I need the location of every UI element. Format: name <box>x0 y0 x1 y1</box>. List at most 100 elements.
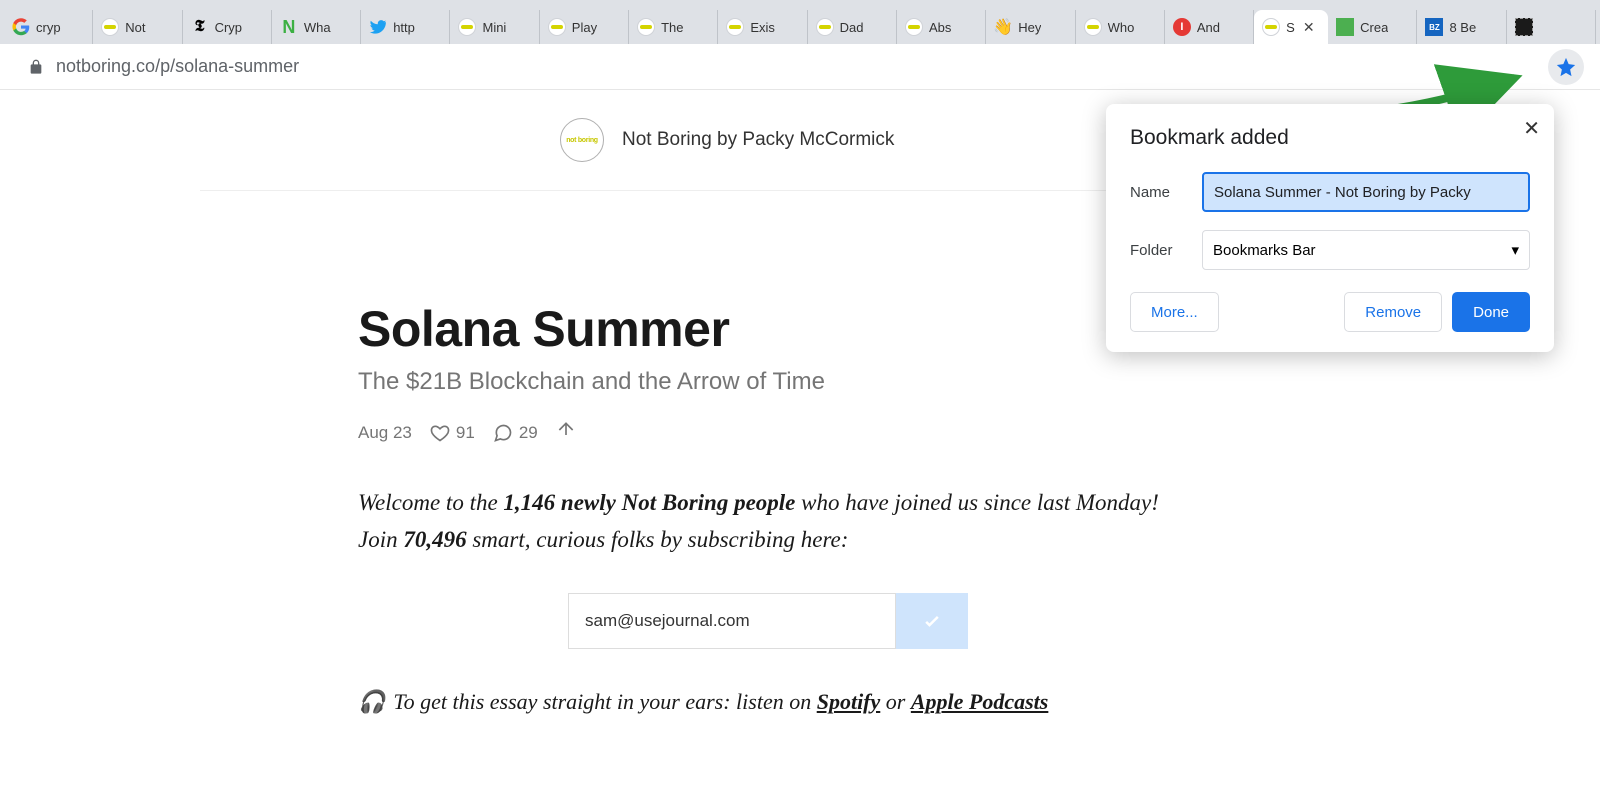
spotify-link[interactable]: Spotify <box>817 689 881 714</box>
tab-favicon: I <box>1173 18 1191 36</box>
folder-selected-value: Bookmarks Bar <box>1213 242 1316 259</box>
browser-tab-active[interactable]: S✕ <box>1254 10 1328 44</box>
bookmark-folder-select[interactable]: Bookmarks Bar ▾ <box>1202 230 1530 270</box>
tab-favicon <box>1084 18 1102 36</box>
browser-tab[interactable]: cryp <box>4 10 93 44</box>
popover-close-button[interactable]: ✕ <box>1523 116 1540 141</box>
remove-button[interactable]: Remove <box>1344 292 1442 332</box>
heart-icon <box>430 423 450 443</box>
tab-label: Who <box>1108 20 1135 35</box>
tab-favicon <box>1515 18 1533 36</box>
tab-label: Cryp <box>215 20 242 35</box>
tab-label: 8 Be <box>1449 20 1476 35</box>
tab-label: Not <box>125 20 145 35</box>
subscribe-email-input[interactable] <box>568 593 896 649</box>
browser-tab[interactable]: Dad <box>808 10 897 44</box>
share-icon <box>556 420 576 440</box>
browser-tab[interactable]: 𝕿 Cryp <box>183 10 272 44</box>
done-button[interactable]: Done <box>1452 292 1530 332</box>
tab-favicon <box>548 18 566 36</box>
listen-line: 🎧 To get this essay straight in your ear… <box>358 689 1178 715</box>
article-date: Aug 23 <box>358 423 412 443</box>
browser-tab[interactable]: N Wha <box>272 10 361 44</box>
body-text-bold: 70,496 <box>403 527 466 552</box>
browser-tab[interactable]: The <box>629 10 718 44</box>
tab-close-button[interactable]: ✕ <box>1303 19 1315 36</box>
more-button[interactable]: More... <box>1130 292 1219 332</box>
browser-tab[interactable]: Mini <box>450 10 539 44</box>
tab-label: Wha <box>304 20 331 35</box>
article-meta: Aug 23 91 29 <box>358 420 1178 445</box>
comments-count: 29 <box>519 423 538 443</box>
article-subtitle: The $21B Blockchain and the Arrow of Tim… <box>358 368 1178 396</box>
lock-icon <box>28 59 44 75</box>
browser-tab[interactable] <box>1507 10 1596 44</box>
browser-tab[interactable]: Exis <box>718 10 807 44</box>
listen-text: or <box>880 689 911 714</box>
tab-favicon <box>12 18 30 36</box>
popover-title: Bookmark added <box>1130 126 1530 150</box>
article-title: Solana Summer <box>358 300 1178 358</box>
tab-label: And <box>1197 20 1220 35</box>
likes-count: 91 <box>456 423 475 443</box>
address-bar[interactable]: notboring.co/p/solana-summer <box>16 49 1548 85</box>
body-text-bold: 1,146 newly Not Boring people <box>503 490 795 515</box>
tab-label: http <box>393 20 415 35</box>
check-icon <box>922 611 942 631</box>
tab-label: Exis <box>750 20 775 35</box>
tab-favicon <box>816 18 834 36</box>
tab-favicon: 👋 <box>994 18 1012 36</box>
address-bar-row: notboring.co/p/solana-summer <box>0 44 1600 90</box>
comments-group[interactable]: 29 <box>493 423 538 443</box>
site-logo[interactable]: not boring <box>560 118 604 162</box>
bookmark-popover: ✕ Bookmark added Name Folder Bookmarks B… <box>1106 104 1554 352</box>
star-icon <box>1555 56 1577 78</box>
tab-favicon <box>458 18 476 36</box>
browser-tab[interactable]: 👋 Hey <box>986 10 1075 44</box>
site-name-link[interactable]: Not Boring by Packy McCormick <box>622 129 894 151</box>
tab-label: Dad <box>840 20 864 35</box>
tab-favicon <box>637 18 655 36</box>
browser-tab-strip: cryp Not 𝕿 Cryp N Wha http Mini Play The Exis Dad Ab… <box>0 0 1600 44</box>
tab-label: cryp <box>36 20 61 35</box>
tab-favicon <box>1262 18 1280 36</box>
bookmark-name-label: Name <box>1130 184 1202 201</box>
listen-text: To get this essay straight in your ears:… <box>393 689 816 714</box>
apple-podcasts-link[interactable]: Apple Podcasts <box>911 689 1049 714</box>
tab-favicon <box>369 18 387 36</box>
tab-favicon <box>726 18 744 36</box>
article: Solana Summer The $21B Blockchain and th… <box>358 220 1178 715</box>
tab-favicon: BZ <box>1425 18 1443 36</box>
bookmark-star-button[interactable] <box>1548 49 1584 85</box>
tab-favicon <box>1336 18 1354 36</box>
chevron-down-icon: ▾ <box>1511 241 1519 259</box>
body-text: smart, curious folks by subscribing here… <box>467 527 849 552</box>
browser-tab[interactable]: Crea <box>1328 10 1417 44</box>
subscribe-button[interactable] <box>896 593 968 649</box>
browser-tab[interactable]: Abs <box>897 10 986 44</box>
body-text: Welcome to the <box>358 490 503 515</box>
tab-label: Hey <box>1018 20 1041 35</box>
tab-favicon <box>101 18 119 36</box>
browser-tab[interactable]: Who <box>1076 10 1165 44</box>
tab-label: The <box>661 20 683 35</box>
headphones-icon: 🎧 <box>358 689 385 715</box>
share-button[interactable] <box>556 420 576 445</box>
url-text: notboring.co/p/solana-summer <box>56 56 299 77</box>
tab-label: Abs <box>929 20 951 35</box>
browser-tab[interactable]: I And <box>1165 10 1254 44</box>
tab-label: Mini <box>482 20 506 35</box>
browser-tab[interactable]: BZ 8 Be <box>1417 10 1506 44</box>
tab-favicon: 𝕿 <box>191 18 209 36</box>
tab-favicon: N <box>280 18 298 36</box>
subscribe-widget <box>568 593 968 649</box>
bookmark-name-input[interactable] <box>1202 172 1530 212</box>
likes-group[interactable]: 91 <box>430 423 475 443</box>
browser-tab[interactable]: http <box>361 10 450 44</box>
bookmark-folder-label: Folder <box>1130 242 1202 259</box>
browser-tab[interactable]: Not <box>93 10 182 44</box>
tab-label: S <box>1286 20 1295 35</box>
tab-label: Play <box>572 20 597 35</box>
article-body: Welcome to the 1,146 newly Not Boring pe… <box>358 485 1178 559</box>
browser-tab[interactable]: Play <box>540 10 629 44</box>
